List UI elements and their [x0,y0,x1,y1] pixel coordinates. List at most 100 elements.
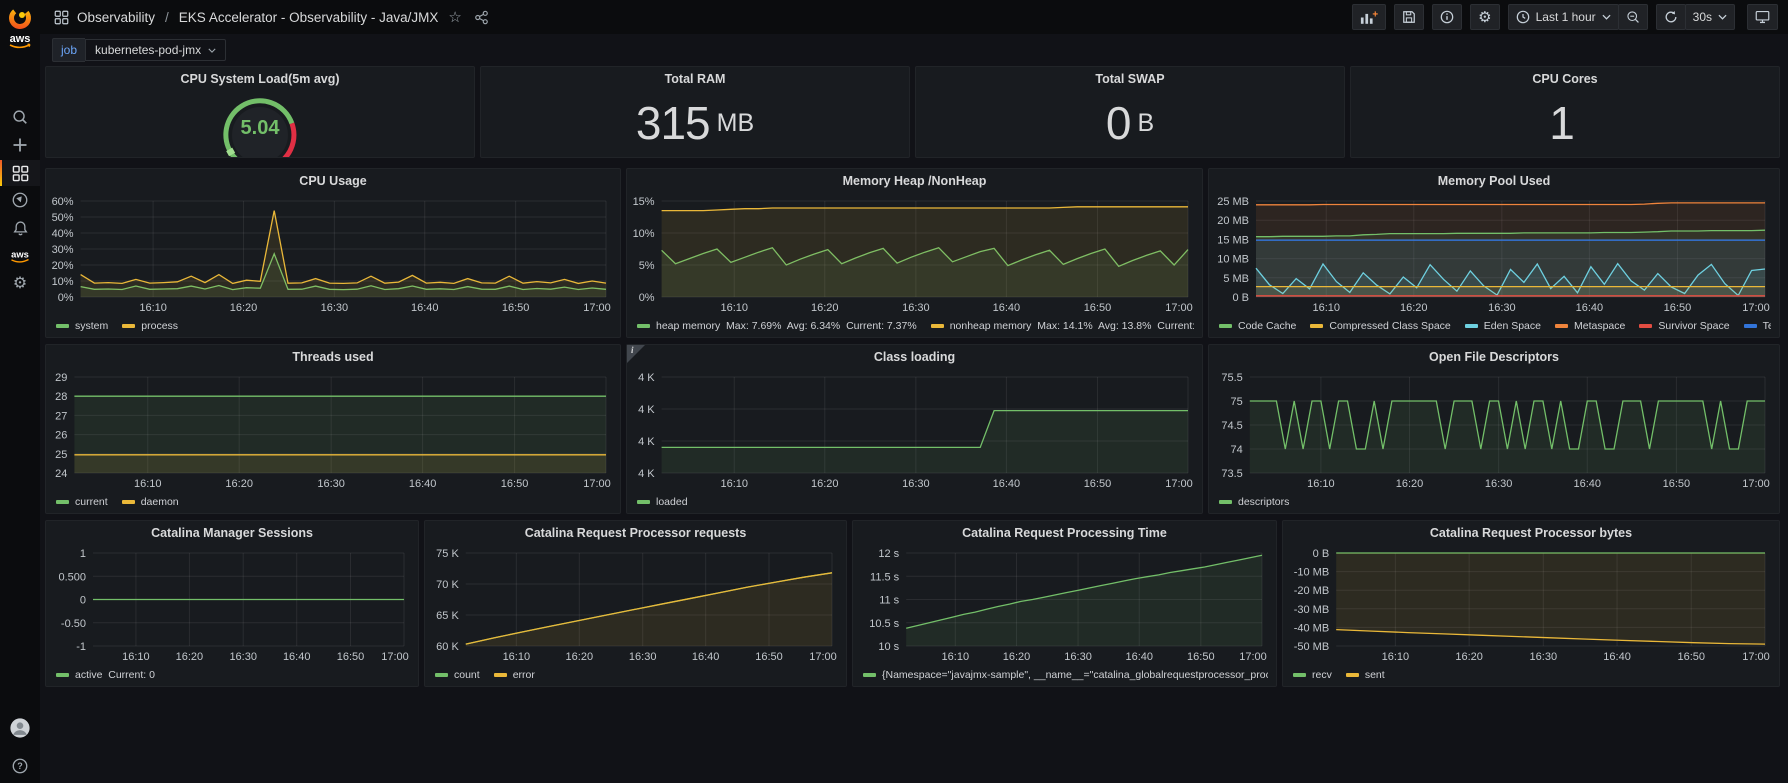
job-variable-value: kubernetes-pod-jmx [95,43,202,57]
memory-heap-chart[interactable]: 0% 5% 10% 15% 16:10 16:20 16:30 16:40 16:50 17:00 [631,195,1196,315]
legend-item[interactable]: loaded [637,496,688,508]
add-panel-button[interactable]: + [1352,4,1387,30]
svg-text:20%: 20% [52,260,74,272]
panel-catalina-requests: Catalina Request Processor requests 60 K… [424,520,847,687]
catalina-requests-chart[interactable]: 60 K 65 K 70 K 75 K 16:10 16:20 16:30 16:40 16:5… [429,547,840,664]
chevron-down-icon [1602,14,1611,20]
legend-item[interactable]: heap memory Max: 7.69% Avg: 6.34% Curren… [637,320,917,332]
svg-text:16:10: 16:10 [720,302,748,314]
svg-text:27: 27 [55,410,67,422]
panel-legend: {Namespace="javajmx-sample", __name__="c… [863,666,1268,684]
time-range-picker[interactable]: Last 1 hour [1507,4,1619,30]
legend-item[interactable]: Metaspace [1554,320,1625,332]
panel-cpu-cores: CPU Cores 1 [1350,66,1780,158]
panel-title[interactable]: Catalina Request Processing Time [853,521,1276,545]
panel-title[interactable]: CPU Usage [46,169,620,193]
legend-item[interactable]: Code Cache [1219,320,1296,332]
threads-chart[interactable]: 24 25 26 27 28 29 16:10 16:20 16:30 16:40 16:50 17:… [50,371,614,491]
file-descriptors-chart[interactable]: 73.5 74 74.5 75 75.5 16:10 16:20 16:30 16:40 16:5… [1213,371,1773,491]
total-swap-value: 0 [1105,97,1132,149]
legend-item[interactable]: Survivor Space [1639,320,1730,332]
panel-title[interactable]: Catalina Manager Sessions [46,521,418,545]
share-icon[interactable] [474,10,489,25]
panel-legend: descriptors [1219,493,1771,511]
sidebar-item-dashboards[interactable] [0,160,40,186]
dashboard-settings-button[interactable]: ⚙ [1470,4,1500,30]
legend-item[interactable]: active Current: 0 [56,669,155,681]
sidebar-item-aws[interactable]: aws [0,243,40,269]
panel-total-ram: Total RAM 315 MB [480,66,910,158]
panel-title[interactable]: Total RAM [481,67,909,91]
legend-item[interactable]: system [56,320,108,332]
catalina-processing-time-chart[interactable]: 10 s 10.5 s 11 s 11.5 s 12 s 16:10 16:20 16:30 1… [857,547,1270,664]
legend-item[interactable]: {Namespace="javajmx-sample", __name__="c… [863,669,1268,681]
panel-title[interactable]: Class loading [627,345,1202,369]
sidebar-item-profile[interactable] [0,715,40,741]
svg-text:10%: 10% [52,276,74,288]
chevron-down-icon [1718,14,1727,20]
panel-title[interactable]: Memory Pool Used [1209,169,1779,193]
refresh-interval-picker[interactable]: 30s [1684,4,1735,30]
legend-item[interactable]: daemon [121,496,179,508]
svg-text:12 s: 12 s [878,548,899,560]
svg-text:50%: 50% [52,212,74,224]
class-loading-chart[interactable]: 4 K 4 K 4 K 4 K 16:10 16:20 16:30 16:40 16:50 17:… [631,371,1196,491]
svg-text:16:40: 16:40 [1603,651,1631,663]
catalina-bytes-chart[interactable]: 0 B -10 MB -20 MB -30 MB -40 MB -50 MB 16:10 16… [1287,547,1773,664]
legend-item[interactable]: nonheap memory Max: 14.1% Avg: 13.8% Cur… [930,320,1194,332]
sidebar-item-help[interactable]: ? [0,753,40,779]
svg-text:-0.50: -0.50 [61,618,86,630]
svg-text:10 s: 10 s [878,641,899,653]
aws-logo[interactable]: aws [0,28,40,54]
svg-text:17:00: 17:00 [1742,651,1770,663]
svg-text:16:50: 16:50 [1084,302,1112,314]
legend-item[interactable]: Eden Space [1464,320,1541,332]
legend-item[interactable]: error [493,669,535,681]
panel-title[interactable]: Catalina Request Processor bytes [1283,521,1779,545]
legend-item[interactable]: sent [1345,669,1385,681]
sidebar-item-explore[interactable] [0,187,40,213]
sidebar-item-configuration[interactable]: ⚙ [0,271,40,297]
clock-icon [1516,10,1529,24]
panel-title[interactable]: CPU System Load(5m avg) [46,67,474,91]
job-variable-dropdown[interactable]: kubernetes-pod-jmx [85,39,227,61]
svg-text:16:50: 16:50 [1084,478,1112,490]
panel-total-swap: Total SWAP 0B [915,66,1345,158]
memory-pool-chart[interactable]: 0 B 5 MB 10 MB 15 MB 20 MB 25 MB 16:10 16:20 16:… [1213,195,1773,315]
panel-title[interactable]: Open File Descriptors [1209,345,1779,369]
legend-item[interactable]: Compressed Class Space [1310,320,1451,332]
svg-text:16:50: 16:50 [337,651,365,663]
save-dashboard-button[interactable] [1394,4,1425,30]
panel-title[interactable]: Memory Heap /NonHeap [627,169,1202,193]
aws-logo-icon: aws [10,33,31,49]
sidebar-item-create[interactable] [0,132,40,158]
panel-title[interactable]: Threads used [46,345,620,369]
svg-text:16:30: 16:30 [321,302,349,314]
refresh-icon [1665,11,1677,23]
legend-item[interactable]: current [56,496,108,508]
legend-item[interactable]: Tenured Gen [1743,320,1771,332]
legend-item[interactable]: process [122,320,178,332]
help-icon: ? [12,758,28,774]
legend-item[interactable]: recv [1293,669,1332,681]
cpu-usage-chart[interactable]: 0% 10% 20% 30% 40% 50% 60% 16:10 16:20 16:30 16:40… [50,195,614,315]
sidebar-item-alerting[interactable] [0,215,40,241]
svg-text:10%: 10% [633,228,655,240]
catalina-sessions-chart[interactable]: 1 0.500 0 -0.50 -1 16:10 16:20 16:30 16:40 16:50 1… [50,547,412,664]
svg-text:16:40: 16:40 [993,478,1021,490]
dashboard-insights-button[interactable] [1432,4,1463,30]
legend-item[interactable]: descriptors [1219,496,1289,508]
kiosk-mode-button[interactable] [1747,4,1778,30]
zoom-out-time-button[interactable] [1617,4,1648,30]
panel-title[interactable]: Catalina Request Processor requests [425,521,846,545]
panel-title[interactable]: Total SWAP [916,67,1344,91]
sidebar-item-search[interactable] [0,104,40,130]
grafana-logo-icon [9,7,31,29]
star-icon[interactable]: ☆ [448,10,461,25]
svg-text:16:50: 16:50 [1677,651,1705,663]
refresh-button[interactable] [1655,4,1686,30]
breadcrumb-folder[interactable]: Observability [77,10,155,25]
legend-item[interactable]: count [435,669,480,681]
svg-text:75: 75 [1231,396,1243,408]
panel-title[interactable]: CPU Cores [1351,67,1779,91]
